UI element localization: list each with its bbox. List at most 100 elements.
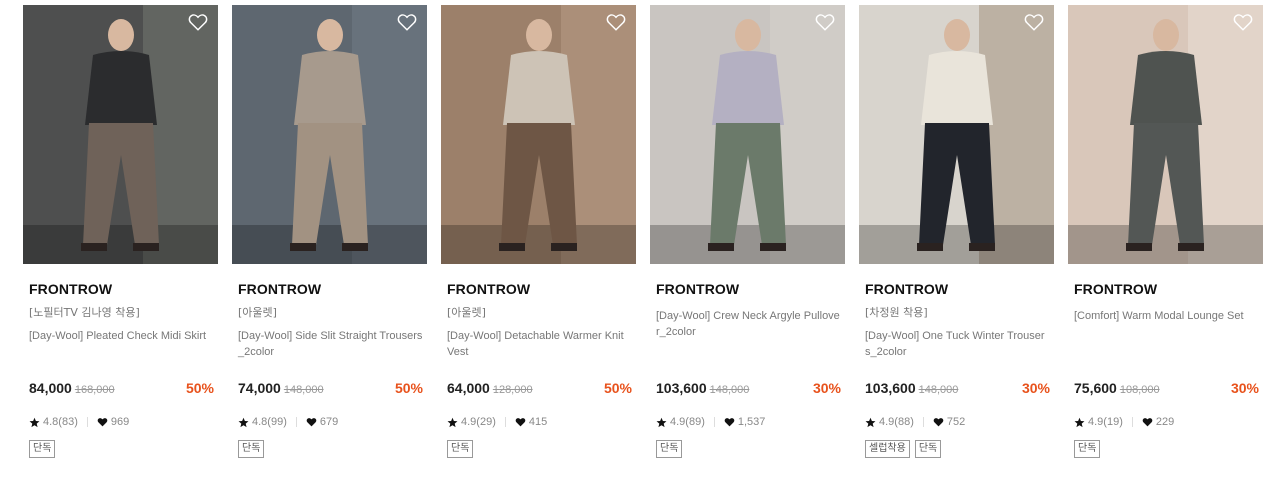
product-tag: [노필터TV 김나영 착용] <box>29 306 140 319</box>
product-photo <box>23 5 218 264</box>
product-tag: [아울렛] <box>447 306 486 319</box>
price-row: 64,000 128,000 50% <box>447 380 632 396</box>
review-meta: 4.9(29) 415 <box>447 416 547 428</box>
product-grid: FRONTROW [노필터TV 김나영 착용] [Day-Wool] Pleat… <box>23 5 1263 458</box>
product-card[interactable]: FRONTROW [차정원 착용] [Day-Wool] One Tuck Wi… <box>859 5 1054 458</box>
star-icon <box>865 417 876 427</box>
badge-list: 단독 <box>238 440 265 458</box>
product-photo <box>441 5 636 264</box>
wishlist-heart-icon[interactable] <box>188 13 208 31</box>
product-image[interactable] <box>23 5 218 264</box>
discount-rate: 30% <box>1021 380 1050 396</box>
rating-value: 4.9(88) <box>879 416 914 428</box>
like-count: 752 <box>946 416 966 428</box>
heart-filled-icon <box>933 418 944 427</box>
product-photo <box>650 5 845 264</box>
divider <box>922 417 924 427</box>
product-photo <box>859 5 1054 264</box>
price-row: 103,600 148,000 30% <box>656 380 841 396</box>
product-card[interactable]: FRONTROW [아울렛] [Day-Wool] Side Slit Stra… <box>232 5 427 458</box>
star-icon <box>447 417 458 427</box>
review-meta: 4.9(19) 229 <box>1074 416 1174 428</box>
product-tag: [아울렛] <box>238 306 277 319</box>
rating-value: 4.9(19) <box>1088 416 1123 428</box>
product-badge: 단독 <box>238 440 265 458</box>
product-image[interactable] <box>232 5 427 264</box>
product-image[interactable] <box>650 5 845 264</box>
brand-name[interactable]: FRONTROW <box>29 281 218 298</box>
product-tag: [차정원 착용] <box>865 306 928 319</box>
brand-name[interactable]: FRONTROW <box>656 281 845 298</box>
product-info: FRONTROW [아울렛] [Day-Wool] Side Slit Stra… <box>238 264 427 362</box>
product-name[interactable]: [Day-Wool] Pleated Check Midi Skirt <box>29 328 218 362</box>
product-badge: 단독 <box>656 440 683 458</box>
brand-name[interactable]: FRONTROW <box>1074 281 1263 298</box>
product-card[interactable]: FRONTROW [Comfort] Warm Modal Lounge Set… <box>1068 5 1263 458</box>
brand-name[interactable]: FRONTROW <box>447 281 636 298</box>
price-row: 74,000 148,000 50% <box>238 380 423 396</box>
product-photo <box>1068 5 1263 264</box>
review-meta: 4.8(83) 969 <box>29 416 129 428</box>
review-meta: 4.8(99) 679 <box>238 416 338 428</box>
star-icon <box>656 417 667 427</box>
badge-list: 단독 <box>656 440 683 458</box>
star-icon <box>1074 417 1085 427</box>
product-info: FRONTROW [Day-Wool] Crew Neck Argyle Pul… <box>656 264 845 342</box>
wishlist-heart-icon[interactable] <box>815 13 835 31</box>
product-card[interactable]: FRONTROW [노필터TV 김나영 착용] [Day-Wool] Pleat… <box>23 5 218 458</box>
badge-list: 단독 <box>29 440 56 458</box>
original-price: 148,000 <box>918 384 959 396</box>
price-row: 84,000 168,000 50% <box>29 380 214 396</box>
divider <box>86 417 88 427</box>
brand-name[interactable]: FRONTROW <box>238 281 427 298</box>
review-meta: 4.9(88) 752 <box>865 416 965 428</box>
like-count: 415 <box>528 416 548 428</box>
wishlist-heart-icon[interactable] <box>1233 13 1253 31</box>
wishlist-heart-icon[interactable] <box>397 13 417 31</box>
product-name[interactable]: [Day-Wool] Crew Neck Argyle Pullover_2co… <box>656 308 845 342</box>
rating-value: 4.9(29) <box>461 416 496 428</box>
product-name[interactable]: [Day-Wool] One Tuck Winter Trousers_2col… <box>865 328 1054 362</box>
heart-filled-icon <box>306 418 317 427</box>
product-badge: 단독 <box>447 440 474 458</box>
wishlist-heart-icon[interactable] <box>606 13 626 31</box>
product-image[interactable] <box>441 5 636 264</box>
brand-name[interactable]: FRONTROW <box>865 281 1054 298</box>
discount-rate: 30% <box>812 380 841 396</box>
product-name[interactable]: [Day-Wool] Detachable Warmer Knit Vest <box>447 328 636 362</box>
review-meta: 4.9(89) 1,537 <box>656 416 765 428</box>
heart-filled-icon <box>515 418 526 427</box>
product-image[interactable] <box>1068 5 1263 264</box>
like-count: 969 <box>110 416 130 428</box>
divider <box>295 417 297 427</box>
original-price: 148,000 <box>283 384 324 396</box>
like-count: 229 <box>1155 416 1175 428</box>
product-image[interactable] <box>859 5 1054 264</box>
star-icon <box>29 417 40 427</box>
original-price: 168,000 <box>74 384 115 396</box>
sale-price: 84,000 <box>29 380 72 396</box>
product-badge: 단독 <box>29 440 56 458</box>
product-info: FRONTROW [아울렛] [Day-Wool] Detachable War… <box>447 264 636 362</box>
original-price: 128,000 <box>492 384 533 396</box>
original-price: 148,000 <box>709 384 750 396</box>
product-name[interactable]: [Day-Wool] Side Slit Straight Trousers_2… <box>238 328 427 362</box>
badge-list: 셀럽착용 단독 <box>865 440 942 458</box>
product-name[interactable]: [Comfort] Warm Modal Lounge Set <box>1074 308 1263 342</box>
like-count: 1,537 <box>737 416 766 428</box>
sale-price: 74,000 <box>238 380 281 396</box>
wishlist-heart-icon[interactable] <box>1024 13 1044 31</box>
heart-filled-icon <box>97 418 108 427</box>
product-info: FRONTROW [노필터TV 김나영 착용] [Day-Wool] Pleat… <box>29 264 218 362</box>
discount-rate: 50% <box>185 380 214 396</box>
sale-price: 64,000 <box>447 380 490 396</box>
product-info: FRONTROW [Comfort] Warm Modal Lounge Set <box>1074 264 1263 342</box>
product-card[interactable]: FRONTROW [아울렛] [Day-Wool] Detachable War… <box>441 5 636 458</box>
price-row: 75,600 108,000 30% <box>1074 380 1259 396</box>
like-count: 679 <box>319 416 339 428</box>
product-badge: 셀럽착용 <box>865 440 910 458</box>
divider <box>504 417 506 427</box>
product-card[interactable]: FRONTROW [Day-Wool] Crew Neck Argyle Pul… <box>650 5 845 458</box>
badge-list: 단독 <box>1074 440 1101 458</box>
heart-filled-icon <box>1142 418 1153 427</box>
